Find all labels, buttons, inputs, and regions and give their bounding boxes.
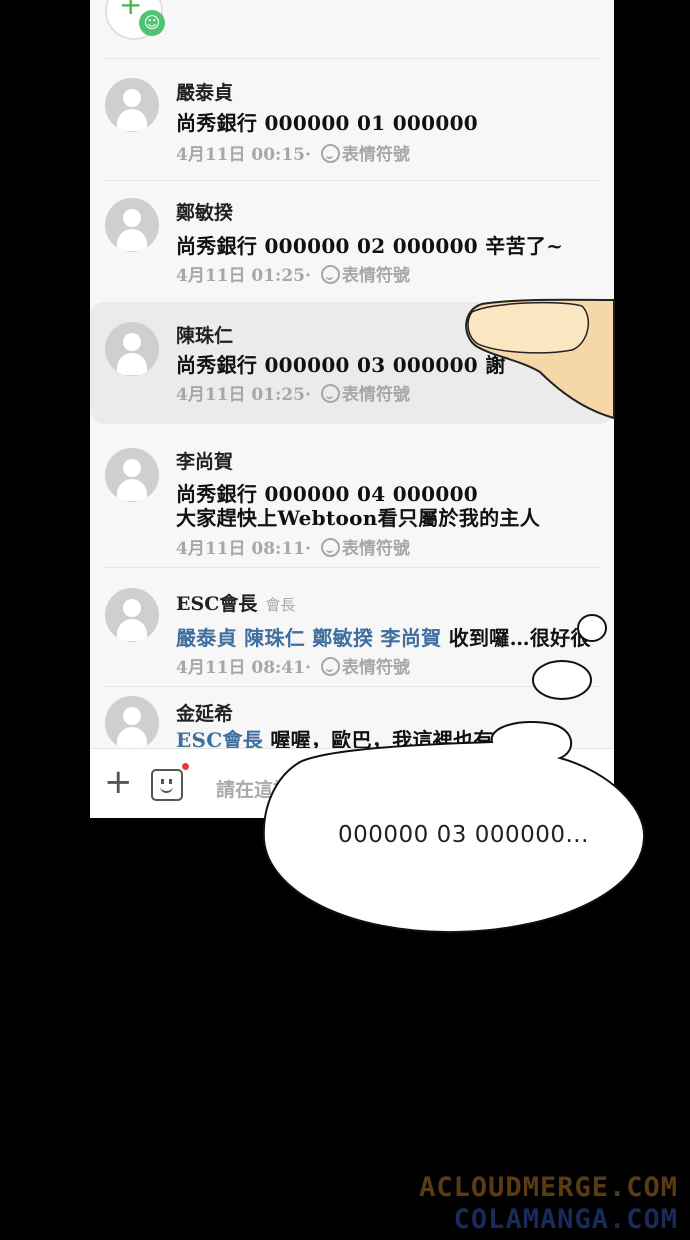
attach-plus-icon[interactable]: + [104, 765, 133, 799]
commenter-name[interactable]: 金延希 [176, 699, 233, 726]
comment-time: 4月11日 08:11 [176, 539, 305, 559]
notification-dot [182, 763, 189, 770]
comment-time: 4月11日 00:15 [176, 145, 305, 165]
mention-link[interactable]: 李尚賀 [381, 626, 442, 650]
smile-badge-icon: ☺ [139, 10, 165, 36]
comment-text: 尚秀銀行 000000 02 000000 辛苦了~ [176, 234, 564, 258]
emoji-react-label: 表情符號 [341, 658, 410, 678]
emoji-react-button[interactable]: 表情符號 [317, 265, 410, 286]
commenter-name[interactable]: 嚴泰貞 [176, 78, 233, 105]
avatar[interactable] [105, 322, 159, 376]
emoji-react-label: 表情符號 [341, 539, 410, 559]
comment-item-highlighted: 陳珠仁 尚秀銀行 000000 03 000000 謝 4月11日 01:25·… [90, 302, 614, 424]
avatar[interactable] [105, 588, 159, 642]
comment-meta: 4月11日 00:15· 表情符號 [176, 144, 410, 165]
mention-link[interactable]: ESC會長 [176, 728, 263, 748]
role-badge: 會長 [265, 596, 296, 614]
emoji-react-button[interactable]: 表情符號 [317, 144, 410, 165]
comment-text-line2: 大家趕快上Webtoon看只屬於我的主人 [176, 506, 540, 530]
watermark-line-2: COLAMANGA.COM [453, 1204, 678, 1235]
comment-time: 4月11日 01:25 [176, 385, 305, 405]
comment-meta: 4月11日 01:25· 表情符號 [176, 384, 410, 405]
comment-meta: 4月11日 08:11· 表情符號 [176, 538, 410, 559]
divider [104, 180, 600, 181]
mention-link[interactable]: 陳珠仁 [244, 626, 305, 650]
comment-meta: 4月11日 08:41· 表情符號 [176, 657, 410, 678]
emoji-picker-icon[interactable] [151, 769, 183, 801]
commenter-name[interactable]: ESC會長 會長 [176, 589, 295, 616]
avatar[interactable] [105, 448, 159, 502]
mention-link[interactable]: 鄭敏揆 [312, 626, 373, 650]
comment-time: 4月11日 01:25 [176, 266, 305, 286]
commenter-name[interactable]: 李尚賀 [176, 447, 233, 474]
add-friend-button[interactable]: + ☺ [105, 0, 165, 40]
watermark-line-1: ACLOUDMERGE.COM [419, 1172, 678, 1203]
comment-text: 嚴泰貞 陳珠仁 鄭敏揆 李尚賀 收到囉…很好很 [176, 622, 591, 651]
emoji-react-button[interactable]: 表情符號 [317, 538, 410, 559]
avatar[interactable] [105, 78, 159, 132]
avatar[interactable] [105, 198, 159, 252]
smile-icon [320, 265, 340, 284]
comment-text: 尚秀銀行 000000 01 000000 [176, 111, 479, 135]
comment-input[interactable]: 請在這裡 [216, 775, 292, 802]
comment-time: 4月11日 08:41 [176, 658, 305, 678]
comment-item: ESC會長 會長 嚴泰貞 陳珠仁 鄭敏揆 李尚賀 收到囉…很好很 4月11日 08… [90, 568, 614, 690]
commenter-name[interactable]: 鄭敏揆 [176, 198, 233, 225]
smile-icon [320, 144, 340, 163]
commenter-name[interactable]: 陳珠仁 [176, 321, 233, 348]
avatar[interactable] [105, 696, 159, 748]
comment-body: 收到囉…很好很 [448, 626, 591, 650]
speech-bubble-text: 000000 03 000000... [338, 822, 589, 848]
emoji-react-label: 表情符號 [341, 385, 410, 405]
divider [104, 58, 600, 59]
comment-body: 喔喔，歐巴，我這裡也有 [270, 728, 494, 748]
emoji-react-button[interactable]: 表情符號 [317, 384, 410, 405]
divider [104, 686, 600, 687]
commenter-name-text: ESC會長 [176, 593, 258, 615]
comment-input-bar: + 請在這裡 [90, 748, 614, 818]
emoji-react-button[interactable]: 表情符號 [317, 657, 410, 678]
comment-item: 金延希 ESC會長 喔喔，歐巴，我這裡也有 [90, 688, 614, 748]
smile-icon [320, 384, 340, 403]
comment-meta: 4月11日 01:25· 表情符號 [176, 265, 410, 286]
mention-link[interactable]: 嚴泰貞 [176, 626, 237, 650]
emoji-react-label: 表情符號 [341, 145, 410, 165]
smile-icon [320, 657, 340, 676]
comment-text: ESC會長 喔喔，歐巴，我這裡也有 [176, 724, 494, 748]
comment-text: 尚秀銀行 000000 03 000000 謝 [176, 353, 506, 377]
comment-item: 鄭敏揆 尚秀銀行 000000 02 000000 辛苦了~ 4月11日 01:… [90, 182, 614, 304]
comment-item: 嚴泰貞 尚秀銀行 000000 01 000000 4月11日 00:15· 表… [90, 60, 614, 182]
smile-icon [320, 538, 340, 557]
comment-item: 李尚賀 尚秀銀行 000000 04 000000 大家趕快上Webtoon看只… [90, 430, 614, 566]
emoji-react-label: 表情符號 [341, 266, 410, 286]
comment-panel: + ☺ 嚴泰貞 尚秀銀行 000000 01 000000 4月11日 00:1… [90, 0, 614, 818]
